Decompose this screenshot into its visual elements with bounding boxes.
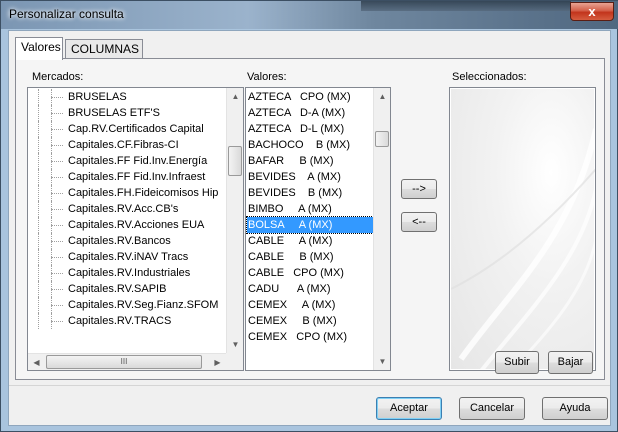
dialog-window: Personalizar consulta x Valores COLUMNAS… xyxy=(0,0,618,432)
valor-item-selected[interactable]: BOLSA A (MX) xyxy=(246,216,374,234)
valor-item[interactable]: AZTECA D-A (MX) xyxy=(247,105,373,121)
scroll-left-icon[interactable]: ◀ xyxy=(28,354,45,370)
valor-item[interactable]: CABLE B (MX) xyxy=(247,249,373,265)
valores-list[interactable]: AZTECA CPO (MX) AZTECA D-A (MX) AZTECA D-L… xyxy=(245,87,391,371)
mercado-item[interactable]: Capitales.RV.Acc.CB's xyxy=(28,201,226,217)
scroll-corner xyxy=(226,353,243,370)
mercado-item[interactable]: Capitales.FH.Fideicomisos Hip xyxy=(28,185,226,201)
close-button[interactable]: x xyxy=(570,2,614,21)
valor-item[interactable]: BACHOCO B (MX) xyxy=(247,137,373,153)
valor-item[interactable]: BEVIDES A (MX) xyxy=(247,169,373,185)
tree-connector xyxy=(38,121,64,137)
mercado-item[interactable]: Cap.RV.Certificados Capital xyxy=(28,121,226,137)
valor-item[interactable]: CABLE CPO (MX) xyxy=(247,265,373,281)
title-bar[interactable]: Personalizar consulta x xyxy=(1,1,617,29)
valor-item[interactable]: CEMEX A (MX) xyxy=(247,297,373,313)
mercado-item-label: Capitales.FF Fid.Inv.Infraest xyxy=(68,171,206,183)
scroll-up-icon[interactable]: ▲ xyxy=(227,88,243,105)
tree-connector xyxy=(38,89,64,105)
remove-button[interactable]: <-- xyxy=(401,212,437,232)
mercado-item-label: BRUSELAS xyxy=(68,91,127,103)
mercado-item-label: Capitales.RV.Industriales xyxy=(68,267,191,279)
valor-item[interactable]: BAFAR B (MX) xyxy=(247,153,373,169)
mercados-vscroll-thumb[interactable] xyxy=(228,146,242,176)
scroll-down-icon[interactable]: ▼ xyxy=(374,353,390,370)
mercado-item-label: Capitales.RV.TRACS xyxy=(68,315,172,327)
tree-connector xyxy=(38,233,64,249)
valores-vscroll-thumb[interactable] xyxy=(375,131,389,147)
scroll-up-icon[interactable]: ▲ xyxy=(374,88,390,105)
mercado-item-label: Capitales.FF Fid.Inv.Energía xyxy=(68,155,208,167)
mercado-item-label: Capitales.RV.SAPIB xyxy=(68,283,167,295)
accept-button[interactable]: Aceptar xyxy=(376,397,442,420)
seleccionados-label: Seleccionados: xyxy=(452,71,527,83)
tree-connector xyxy=(38,137,64,153)
mercados-label: Mercados: xyxy=(32,71,84,83)
tab-columnas[interactable]: COLUMNAS xyxy=(65,39,143,59)
scroll-down-icon[interactable]: ▼ xyxy=(227,336,243,353)
mercado-item-label: Capitales.RV.Seg.Fianz.SFOM xyxy=(68,299,219,311)
mercados-tree[interactable]: BRUSELAS BRUSELAS ETF'S Cap.RV.Certificado… xyxy=(27,87,244,371)
mercado-item[interactable]: Capitales.RV.Industriales xyxy=(28,265,226,281)
tree-connector xyxy=(38,281,64,297)
tree-connector xyxy=(38,217,64,233)
valor-item[interactable]: AZTECA CPO (MX) xyxy=(247,89,373,105)
mercado-item[interactable]: Capitales.RV.iNAV Tracs xyxy=(28,249,226,265)
valores-label: Valores: xyxy=(247,71,287,83)
tab-panel-valores: Mercados: BRUSELAS BRUSELAS ETF'S Cap.RV.C… xyxy=(15,58,605,380)
valor-item[interactable]: BEVIDES B (MX) xyxy=(247,185,373,201)
mercado-item-label: Capitales.CF.Fibras-CI xyxy=(68,139,179,151)
tree-connector xyxy=(38,153,64,169)
tree-connector xyxy=(38,105,64,121)
cancel-button[interactable]: Cancelar xyxy=(459,397,525,420)
tree-connector xyxy=(38,297,64,313)
mercado-item[interactable]: Capitales.RV.Seg.Fianz.SFOM xyxy=(28,297,226,313)
mercado-item[interactable]: BRUSELAS ETF'S xyxy=(28,105,226,121)
tree-connector xyxy=(38,265,64,281)
tree-connector xyxy=(38,201,64,217)
mercado-item-label: Capitales.RV.Bancos xyxy=(68,235,171,247)
mercado-item-label: BRUSELAS ETF'S xyxy=(68,107,160,119)
mercado-item[interactable]: Capitales.FF Fid.Inv.Energía xyxy=(28,153,226,169)
dialog-client: Valores COLUMNAS Mercados: BRUSELAS BRUSE… xyxy=(8,30,611,426)
seleccionados-list[interactable] xyxy=(449,87,596,371)
mercado-item[interactable]: Capitales.RV.SAPIB xyxy=(28,281,226,297)
valor-item[interactable]: CEMEX B (MX) xyxy=(247,313,373,329)
move-up-button[interactable]: Subir xyxy=(495,351,539,374)
mercado-item[interactable]: Capitales.FF Fid.Inv.Infraest xyxy=(28,169,226,185)
valores-vscrollbar[interactable]: ▲ ▼ xyxy=(373,88,390,370)
mercado-item[interactable]: BRUSELAS xyxy=(28,89,226,105)
footer-divider xyxy=(9,385,610,386)
valor-item[interactable]: CEMEX CPO (MX) xyxy=(247,329,373,345)
close-icon: x xyxy=(588,4,596,19)
valor-item[interactable]: BIMBO A (MX) xyxy=(247,201,373,217)
valor-item[interactable]: CABLE A (MX) xyxy=(247,233,373,249)
mercados-vscrollbar[interactable]: ▲ ▼ xyxy=(226,88,243,353)
mercado-item-label: Cap.RV.Certificados Capital xyxy=(68,123,204,135)
valor-item[interactable]: AZTECA D-L (MX) xyxy=(247,121,373,137)
mercado-item[interactable]: Capitales.RV.TRACS xyxy=(28,313,226,329)
tab-valores[interactable]: Valores xyxy=(15,37,63,60)
move-down-button[interactable]: Bajar xyxy=(548,351,593,374)
decorative-swirl xyxy=(450,128,595,370)
seleccionados-background xyxy=(450,89,595,370)
window-title: Personalizar consulta xyxy=(9,7,124,21)
mercados-hscroll-thumb[interactable]: III xyxy=(46,355,202,369)
tree-connector xyxy=(38,313,64,329)
add-button[interactable]: --> xyxy=(401,179,437,199)
mercado-item-label: Capitales.RV.iNAV Tracs xyxy=(68,251,189,263)
mercado-item-label: Capitales.RV.Acciones EUA xyxy=(68,219,205,231)
mercado-item-label: Capitales.RV.Acc.CB's xyxy=(68,203,179,215)
mercado-item[interactable]: Capitales.RV.Acciones EUA xyxy=(28,217,226,233)
tree-connector xyxy=(38,169,64,185)
scroll-right-icon[interactable]: ▶ xyxy=(209,354,226,370)
tree-connector xyxy=(38,185,64,201)
mercado-item[interactable]: Capitales.CF.Fibras-CI xyxy=(28,137,226,153)
mercado-item-label: Capitales.FH.Fideicomisos Hip xyxy=(68,187,219,199)
mercado-item[interactable]: Capitales.RV.Bancos xyxy=(28,233,226,249)
help-button[interactable]: Ayuda xyxy=(542,397,608,420)
mercados-hscrollbar[interactable]: ◀ III ▶ xyxy=(28,353,226,370)
tree-connector xyxy=(38,249,64,265)
valor-item[interactable]: CADU A (MX) xyxy=(247,281,373,297)
